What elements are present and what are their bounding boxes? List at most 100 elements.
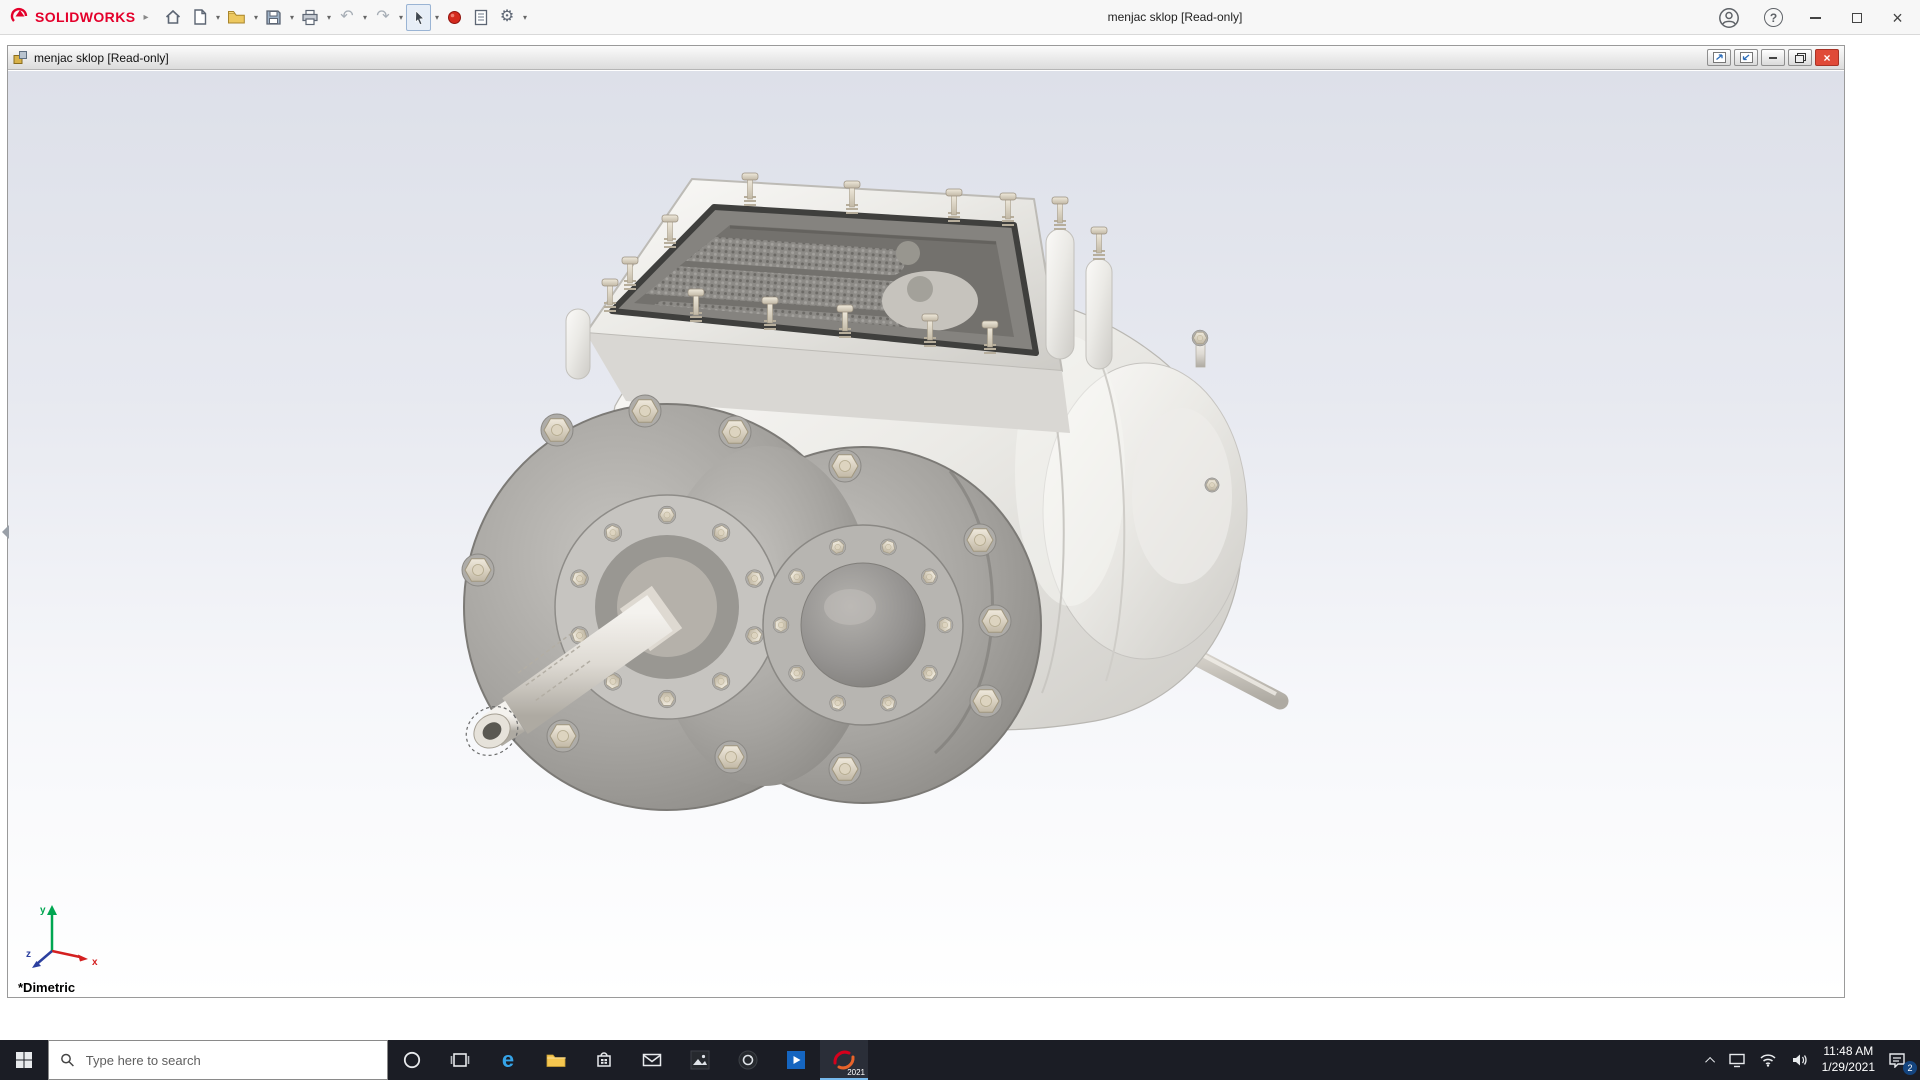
bearing-cover-right[interactable] (762, 524, 964, 726)
app-maximize-button[interactable] (1844, 4, 1869, 31)
doc-restore-icon (1794, 52, 1806, 63)
app-minimize-button[interactable] (1803, 4, 1828, 31)
solidworks-logo: SOLIDWORKS (10, 7, 135, 27)
app-window-title: menjac sklop [Read-only] (1107, 10, 1243, 24)
titlebar-right-controls: ? × (1714, 0, 1910, 35)
file-properties-button[interactable] (468, 4, 493, 31)
breadcrumb-arrow-icon[interactable]: ▸ (143, 12, 148, 23)
clock-time: 11:48 AM (1823, 1044, 1874, 1059)
svg-text:z: z (26, 949, 31, 960)
close-icon: × (1892, 7, 1903, 28)
taskbar-app-movies[interactable] (772, 1040, 820, 1080)
new-document-icon (194, 9, 207, 25)
taskbar: e (0, 1040, 1920, 1080)
view-orientation-label: *Dimetric (18, 980, 76, 995)
chevron-up-icon (1704, 1056, 1715, 1067)
doc-close-button[interactable]: × (1815, 49, 1839, 66)
camera-lens-icon (738, 1050, 758, 1070)
print-dropdown-caret-icon[interactable]: ▾ (324, 13, 333, 22)
tray-chevron-button[interactable] (1701, 1040, 1722, 1080)
rebuild-red-light-icon (448, 10, 462, 24)
doc-restore-button[interactable] (1788, 49, 1812, 66)
triad-z-axis[interactable]: z (26, 949, 53, 968)
taskbar-search-box[interactable] (48, 1040, 388, 1080)
help-button[interactable]: ? (1760, 4, 1787, 31)
task-view-icon (450, 1053, 470, 1067)
new-document-button[interactable] (187, 4, 212, 31)
taskbar-app-store[interactable] (580, 1040, 628, 1080)
taskbar-app-file-explorer[interactable] (532, 1040, 580, 1080)
undo-button[interactable]: ↶ (334, 4, 359, 31)
rebuild-button[interactable] (442, 4, 467, 31)
home-button[interactable] (160, 4, 186, 31)
home-icon (166, 9, 181, 24)
tray-network-button[interactable] (1752, 1040, 1784, 1080)
save-dropdown-caret-icon[interactable]: ▾ (287, 13, 296, 22)
document-title: menjac sklop [Read-only] (34, 50, 169, 65)
redo-button[interactable]: ↷ (370, 4, 395, 31)
taskbar-search-input[interactable] (83, 1051, 376, 1069)
triad-y-axis[interactable]: y (40, 905, 57, 951)
solidworks-year-badge: 2021 (847, 1068, 865, 1077)
options-gear-icon: ⚙ (499, 8, 515, 25)
clock-date: 1/29/2021 (1821, 1060, 1875, 1074)
save-icon (266, 9, 282, 25)
solidworks-logo-mark (10, 7, 28, 22)
cortana-circle-icon (403, 1051, 421, 1069)
undo-icon: ↶ (340, 8, 354, 25)
open-dropdown-caret-icon[interactable]: ▾ (251, 13, 260, 22)
assembly-document-icon (13, 51, 27, 64)
undo-dropdown-caret-icon[interactable]: ▾ (360, 13, 369, 22)
gearbox-model[interactable] (430, 141, 1330, 841)
document-window: menjac sklop [Read-only] × y x z *Dimetr… (7, 45, 1845, 998)
quick-access-toolbar: ▾ ▾ ▾ ▾ ↶ ▾ ↷ ▾ ▾ ⚙ ▾ (160, 3, 529, 31)
app-titlebar[interactable]: SOLIDWORKS ▸ ▾ ▾ ▾ ▾ ↶ ▾ ↷ ▾ ▾ ⚙ ▾ menja… (0, 0, 1920, 35)
select-tool-button[interactable] (406, 3, 432, 31)
start-button[interactable] (0, 1040, 48, 1080)
save-button[interactable] (261, 4, 286, 31)
taskbar-app-edge[interactable]: e (484, 1040, 532, 1080)
taskbar-app-camera[interactable] (724, 1040, 772, 1080)
workspace-background: menjac sklop [Read-only] × y x z *Dimetr… (0, 36, 1920, 1040)
open-button[interactable] (223, 4, 250, 31)
redo-dropdown-caret-icon[interactable]: ▾ (396, 13, 405, 22)
task-view-button[interactable] (436, 1040, 484, 1080)
photos-mountain-icon (690, 1050, 710, 1070)
options-button[interactable]: ⚙ (494, 4, 519, 31)
mail-envelope-icon (642, 1053, 662, 1067)
action-center-button[interactable]: 2 (1881, 1040, 1920, 1080)
orientation-triad[interactable]: y x z (24, 895, 104, 975)
search-icon (61, 1053, 74, 1067)
account-login-button[interactable] (1714, 4, 1744, 31)
tray-volume-button[interactable] (1784, 1040, 1816, 1080)
featuremanager-flyout-arrow[interactable] (2, 525, 9, 539)
play-movies-icon (787, 1051, 805, 1069)
app-close-button[interactable]: × (1885, 4, 1910, 31)
minimize-icon (1810, 16, 1821, 19)
window-arrow-down-left-icon (1739, 52, 1753, 63)
viewport-3d[interactable]: y x z *Dimetric (8, 71, 1844, 997)
top-cover-opening[interactable] (565, 172, 1113, 433)
select-dropdown-caret-icon[interactable]: ▾ (432, 13, 441, 22)
volume-icon (1792, 1054, 1807, 1066)
taskbar-clock[interactable]: 11:48 AM 1/29/2021 (1816, 1040, 1881, 1080)
triad-x-axis[interactable]: x (51, 949, 98, 968)
options-dropdown-caret-icon[interactable]: ▾ (520, 13, 529, 22)
taskbar-app-solidworks[interactable]: 2021 (820, 1040, 868, 1080)
print-button[interactable] (297, 4, 323, 31)
doc-minimize-button[interactable] (1761, 49, 1785, 66)
taskbar-app-photos[interactable] (676, 1040, 724, 1080)
tray-display-button[interactable] (1722, 1040, 1752, 1080)
doc-close-icon: × (1823, 50, 1831, 65)
dock-window-right-button[interactable] (1734, 49, 1758, 66)
edge-browser-icon: e (501, 1047, 515, 1072)
help-icon: ? (1764, 8, 1783, 27)
brand-text: SOLIDWORKS (35, 9, 136, 25)
new-dropdown-caret-icon[interactable]: ▾ (213, 13, 222, 22)
taskbar-app-mail[interactable] (628, 1040, 676, 1080)
cortana-button[interactable] (388, 1040, 436, 1080)
redo-icon: ↷ (376, 8, 390, 25)
document-titlebar[interactable]: menjac sklop [Read-only] × (8, 46, 1844, 70)
windows-logo-icon (16, 1052, 32, 1068)
dock-window-left-button[interactable] (1707, 49, 1731, 66)
